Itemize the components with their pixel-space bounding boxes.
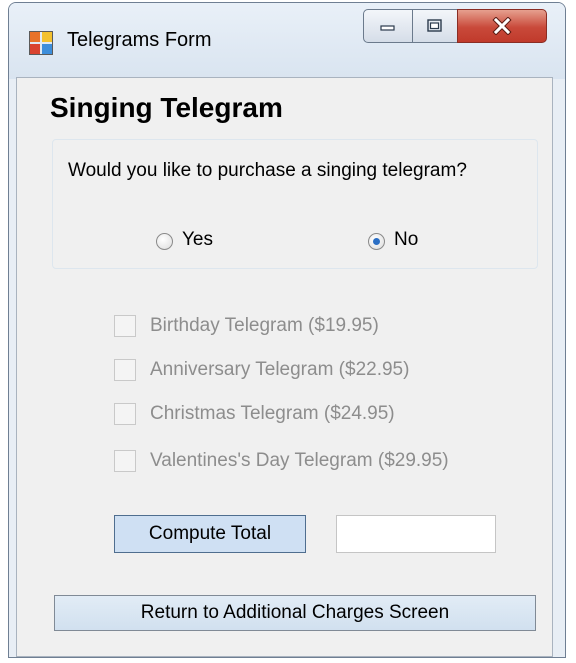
christmas-telegram-label: Christmas Telegram ($24.95) [150,403,395,424]
total-output-field[interactable] [336,515,496,553]
maximize-button[interactable] [412,9,458,43]
app-icon [29,31,53,55]
no-radio-label[interactable]: No [394,229,418,251]
valentines-telegram-label: Valentines's Day Telegram ($29.95) [150,450,449,471]
christmas-telegram-checkbox[interactable] [114,403,136,425]
purchase-question-label: Would you like to purchase a singing tel… [68,160,467,181]
page-title: Singing Telegram [50,92,283,123]
maximize-icon [427,19,442,32]
close-icon [492,17,512,35]
close-button[interactable] [457,9,547,43]
compute-total-button[interactable]: Compute Total [114,515,306,553]
minimize-button[interactable] [363,9,413,43]
valentines-telegram-checkbox[interactable] [114,450,136,472]
purchase-question-group [52,139,538,269]
yes-radio-label[interactable]: Yes [182,229,213,251]
no-radio-button[interactable] [368,233,385,250]
anniversary-telegram-checkbox[interactable] [114,359,136,381]
anniversary-telegram-label: Anniversary Telegram ($22.95) [150,359,410,380]
birthday-telegram-checkbox[interactable] [114,315,136,337]
yes-radio-button[interactable] [156,233,173,250]
birthday-telegram-label: Birthday Telegram ($19.95) [150,315,379,336]
window-title: Telegrams Form [67,29,212,51]
return-to-additional-charges-button[interactable]: Return to Additional Charges Screen [54,595,536,631]
minimize-icon [380,25,395,31]
title-bar[interactable]: Telegrams Form [9,3,565,79]
